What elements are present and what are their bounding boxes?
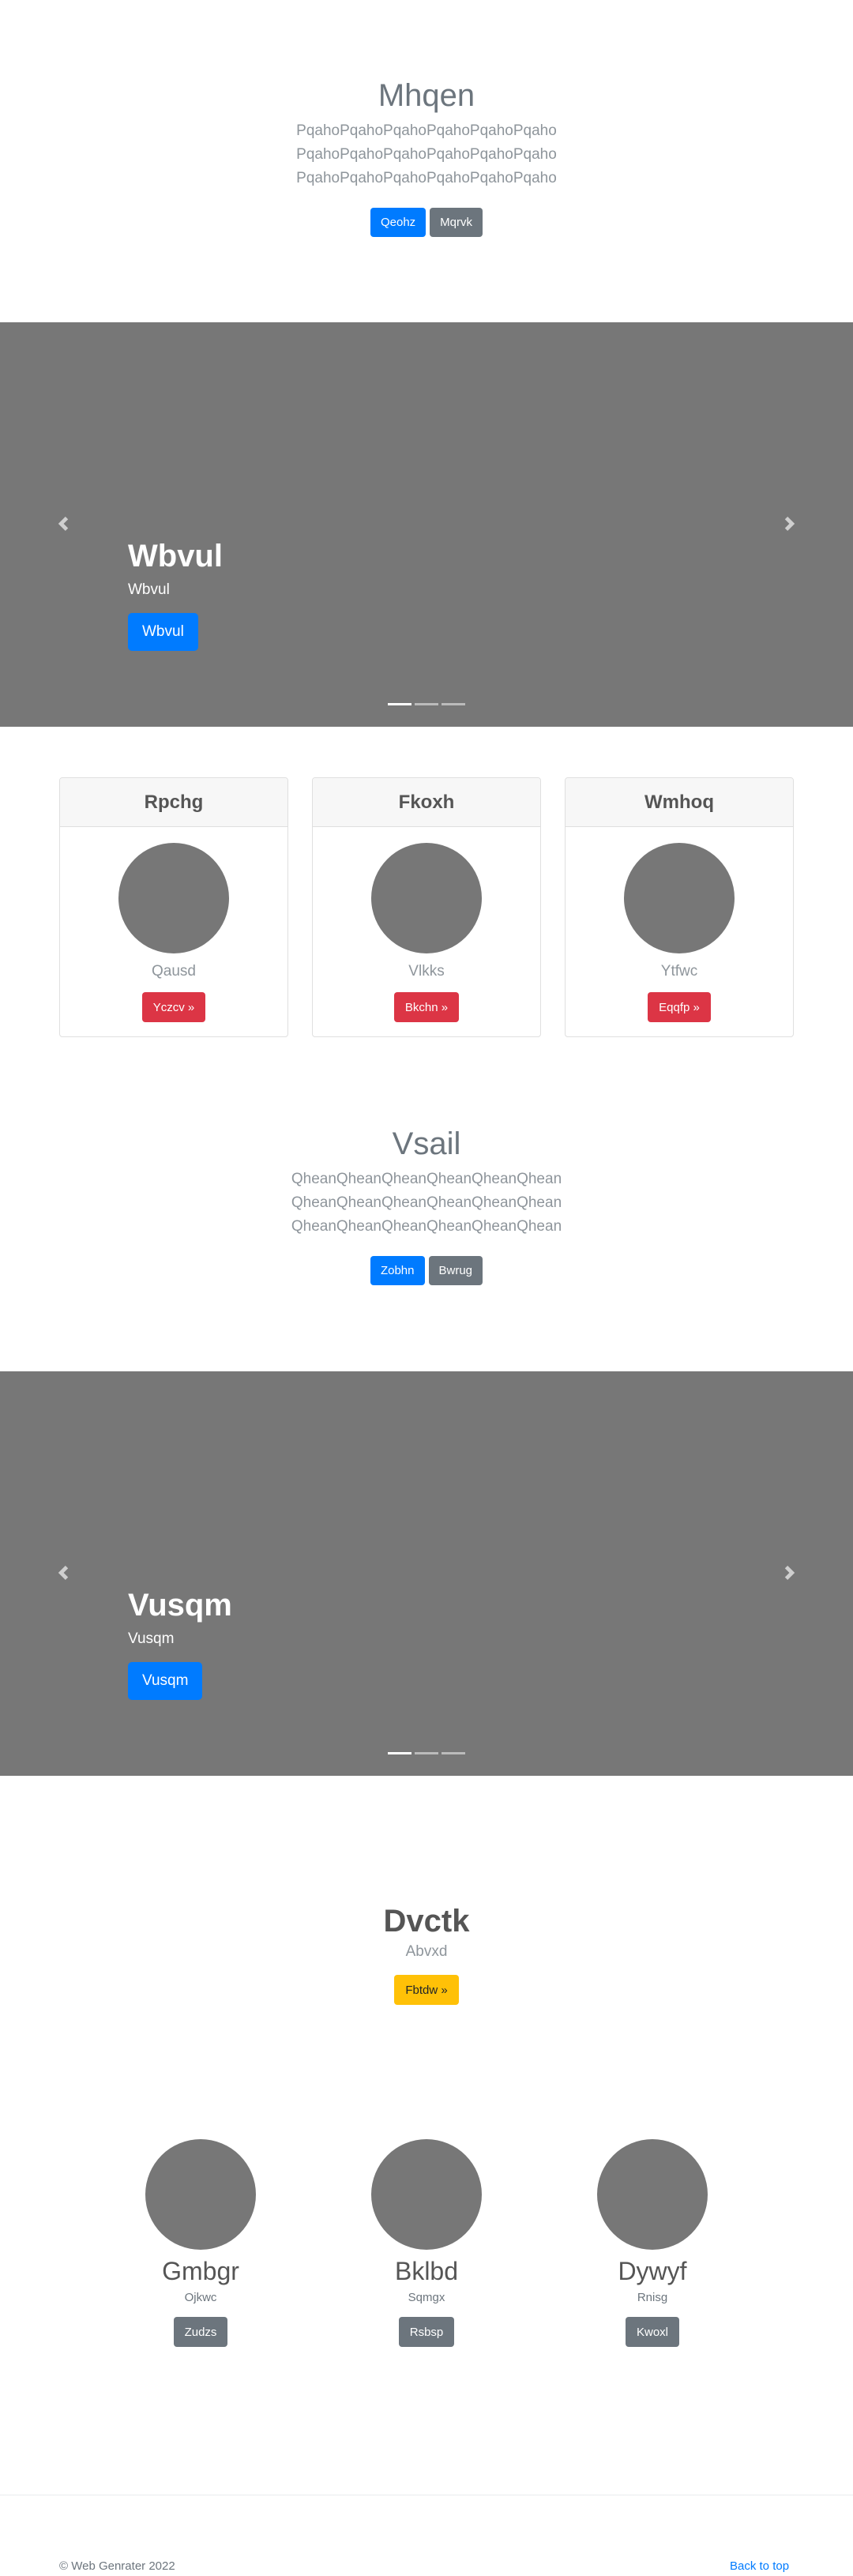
hero-lead: PqahoPqahoPqahoPqahoPqahoPqaho PqahoPqah… [0, 119, 853, 190]
card: Wmhoq Ytfwc Eqqfp » [565, 777, 794, 1037]
carousel-button[interactable]: Vusqm [128, 1662, 203, 1700]
hero-lead-line: PqahoPqahoPqahoPqahoPqahoPqaho [296, 122, 557, 139]
card-header: Wmhoq [566, 778, 793, 827]
carousel-indicator[interactable] [442, 1752, 465, 1754]
chevron-right-icon [784, 1566, 795, 1580]
carousel-subtitle: Vusqm [128, 1630, 175, 1647]
profile: Gmbgr Ojkwc Zudzs [145, 2139, 256, 2347]
profile-role: Sqmgx [408, 2291, 445, 2304]
carousel-next-button[interactable] [774, 508, 806, 540]
carousel-indicator[interactable] [442, 703, 465, 705]
carousel-title: Vusqm [128, 1588, 232, 1623]
carousel-indicator[interactable] [388, 703, 411, 705]
hero-primary-button[interactable]: Qeohz [370, 208, 426, 237]
card-text: Qausd [152, 963, 196, 980]
carousel-caption: Wbvul Wbvul Wbvul [128, 537, 223, 651]
card-text: Vlkks [408, 963, 445, 980]
chevron-left-icon [58, 517, 69, 531]
hero-title: Vsail [392, 1126, 461, 1161]
hero-lead-line: QheanQheanQheanQheanQheanQhean [291, 1218, 562, 1235]
copyright-text: © Web Genrater 2022 [59, 2559, 175, 2573]
carousel-indicators [0, 1752, 853, 1754]
hero-secondary-button[interactable]: Mqrvk [430, 208, 483, 237]
carousel-1: Wbvul Wbvul Wbvul [0, 322, 853, 727]
carousel-2: Vusqm Vusqm Vusqm [0, 1371, 853, 1776]
avatar [145, 2139, 256, 2250]
placeholder-image [371, 843, 482, 953]
profile-button[interactable]: Rsbsp [398, 2317, 455, 2347]
cards-section: Rpchg Qausd Yczcv » Fkoxh Vlkks Bkchn » … [0, 777, 853, 1037]
carousel-subtitle: Wbvul [128, 581, 170, 598]
hero-buttons: Qeohz Mqrvk [0, 208, 853, 237]
hero-secondary-button[interactable]: Bwrug [428, 1256, 483, 1285]
avatar [597, 2139, 708, 2250]
feature-button[interactable]: Fbtdw » [394, 1975, 459, 2005]
profiles-section: Gmbgr Ojkwc Zudzs Bklbd Sqmgx Rsbsp Dywy… [0, 2139, 853, 2347]
chevron-left-icon [58, 1566, 69, 1580]
carousel-button[interactable]: Wbvul [128, 613, 198, 651]
carousel-prev-button[interactable] [47, 1557, 79, 1589]
carousel-caption: Vusqm Vusqm Vusqm [128, 1586, 232, 1700]
card-text: Ytfwc [660, 963, 698, 980]
feature-subtitle: Abvxd [405, 1943, 448, 1960]
hero-title: Mhqen [378, 78, 475, 113]
profile-button[interactable]: Zudzs [173, 2317, 228, 2347]
hero-section-1: Mhqen PqahoPqahoPqahoPqahoPqahoPqaho Pqa… [0, 77, 853, 237]
card-button[interactable]: Yczcv » [141, 992, 206, 1022]
feature-title: Dvctk [383, 1904, 470, 1939]
carousel-indicator[interactable] [415, 1752, 438, 1754]
placeholder-image [624, 843, 735, 953]
profile: Dywyf Rnisg Kwoxl [597, 2139, 708, 2347]
feature-section: Dvctk Abvxd Fbtdw » [0, 1902, 853, 2005]
hero-buttons: Zobhn Bwrug [0, 1256, 853, 1285]
carousel-prev-button[interactable] [47, 508, 79, 540]
back-to-top-link[interactable]: Back to top [730, 2559, 789, 2573]
carousel-next-button[interactable] [774, 1557, 806, 1589]
card-header: Fkoxh [313, 778, 540, 827]
profile-name: Bklbd [394, 2257, 459, 2285]
card-button[interactable]: Eqqfp » [648, 992, 711, 1022]
hero-lead-line: QheanQheanQheanQheanQheanQhean [291, 1194, 562, 1211]
carousel-title: Wbvul [128, 539, 223, 573]
placeholder-image [118, 843, 229, 953]
card: Rpchg Qausd Yczcv » [59, 777, 288, 1037]
chevron-right-icon [784, 517, 795, 531]
carousel-indicator[interactable] [388, 1752, 411, 1754]
hero-section-2: Vsail QheanQheanQheanQheanQheanQhean Qhe… [0, 1125, 853, 1285]
card: Fkoxh Vlkks Bkchn » [312, 777, 541, 1037]
card-button[interactable]: Bkchn » [393, 992, 460, 1022]
hero-primary-button[interactable]: Zobhn [370, 1256, 425, 1285]
hero-lead-line: QheanQheanQheanQheanQheanQhean [291, 1171, 562, 1187]
hero-lead-line: PqahoPqahoPqahoPqahoPqahoPqaho [296, 146, 557, 163]
profile-name: Gmbgr [162, 2257, 239, 2285]
profile-button[interactable]: Kwoxl [625, 2317, 679, 2347]
carousel-indicator[interactable] [415, 703, 438, 705]
profile: Bklbd Sqmgx Rsbsp [371, 2139, 482, 2347]
profile-role: Ojkwc [184, 2291, 217, 2304]
profile-name: Dywyf [618, 2257, 687, 2285]
avatar [371, 2139, 482, 2250]
hero-lead-line: PqahoPqahoPqahoPqahoPqahoPqaho [296, 170, 557, 186]
feature-buttons: Fbtdw » [0, 1975, 853, 2005]
profile-role: Rnisg [637, 2291, 668, 2304]
hero-lead: QheanQheanQheanQheanQheanQhean QheanQhea… [0, 1168, 853, 1239]
card-header: Rpchg [60, 778, 287, 827]
carousel-indicators [0, 703, 853, 705]
